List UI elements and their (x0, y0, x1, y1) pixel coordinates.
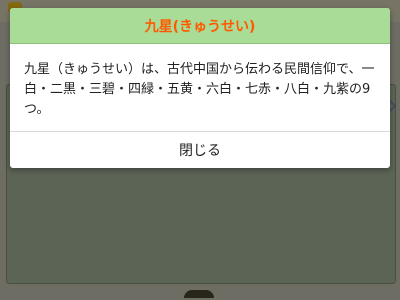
close-button[interactable]: 閉じる (10, 132, 390, 168)
close-button-label: 閉じる (179, 143, 221, 159)
dialog-body: 九星（きゅうせい）は、古代中国から伝わる民間信仰で、一白・二黒・三碧・四緑・五黄… (10, 44, 390, 132)
dialog-title: 九星(きゅうせい) (144, 18, 256, 35)
dialog-header: 九星(きゅうせい) (10, 8, 390, 44)
info-dialog: 九星(きゅうせい) 九星（きゅうせい）は、古代中国から伝わる民間信仰で、一白・二… (10, 8, 390, 168)
dialog-message: 九星（きゅうせい）は、古代中国から伝わる民間信仰で、一白・二黒・三碧・四緑・五黄… (24, 62, 375, 117)
